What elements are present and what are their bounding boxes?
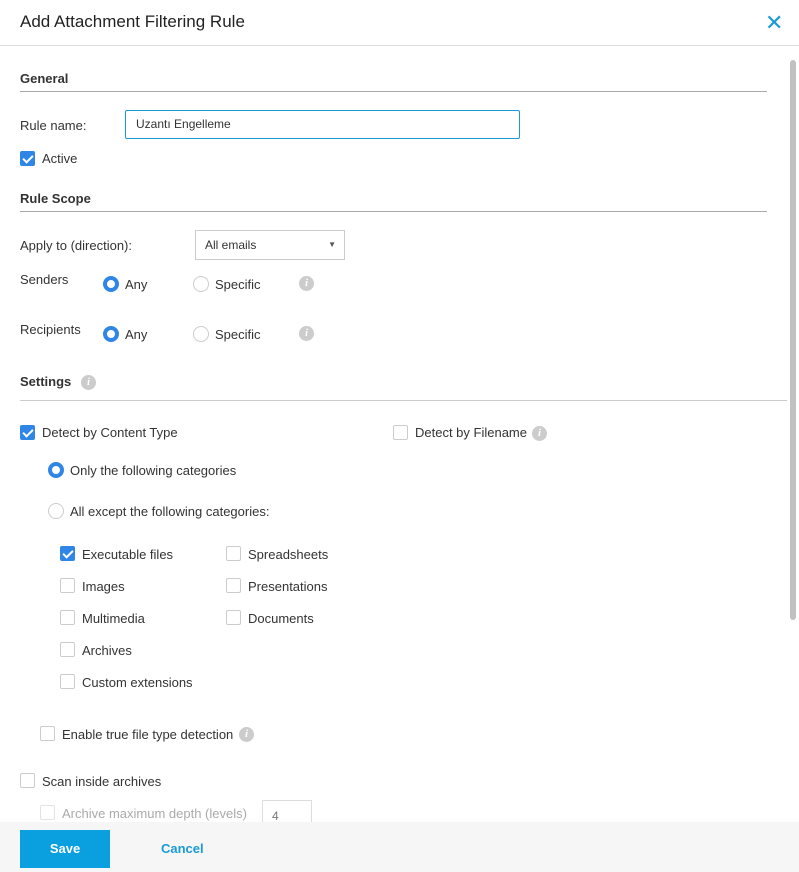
direction-value: All emails — [205, 238, 257, 252]
category-checkbox[interactable] — [60, 674, 75, 689]
save-button[interactable]: Save — [20, 830, 110, 868]
info-icon[interactable]: i — [299, 326, 314, 341]
header-divider — [0, 45, 799, 46]
category-checkbox[interactable] — [60, 642, 75, 657]
divider — [20, 400, 787, 401]
true-type-checkbox[interactable] — [40, 726, 55, 741]
category-checkbox[interactable] — [60, 546, 75, 561]
category-label: Custom extensions — [82, 675, 193, 690]
dialog-title: Add Attachment Filtering Rule — [20, 12, 245, 31]
archive-depth-checkbox[interactable] — [40, 805, 55, 820]
only-following-radio[interactable] — [48, 462, 64, 478]
info-icon[interactable]: i — [532, 426, 547, 441]
recipients-label: Recipients — [20, 322, 81, 337]
senders-any-label: Any — [125, 277, 148, 292]
scan-archives-label: Scan inside archives — [42, 774, 162, 789]
cancel-button[interactable]: Cancel — [161, 841, 204, 856]
category-checkbox[interactable] — [60, 578, 75, 593]
category-checkbox[interactable] — [226, 610, 241, 625]
recipients-any-radio[interactable] — [103, 326, 119, 342]
category-checkbox[interactable] — [60, 610, 75, 625]
divider — [20, 211, 767, 212]
section-settings: Settings — [20, 374, 72, 389]
senders-specific-radio[interactable] — [193, 276, 209, 292]
active-checkbox[interactable] — [20, 151, 35, 166]
direction-select[interactable]: All emails ▼ — [195, 230, 345, 260]
archive-depth-label: Archive maximum depth (levels) — [62, 806, 247, 821]
category-label: Multimedia — [82, 611, 145, 626]
rule-name-input[interactable]: Uzantı Engelleme — [125, 110, 520, 139]
category-label: Presentations — [248, 579, 328, 594]
detect-filename-checkbox[interactable] — [393, 425, 408, 440]
footer — [0, 822, 799, 872]
senders-specific-label: Specific — [215, 277, 261, 292]
rule-name-label: Rule name: — [20, 118, 87, 133]
recipients-any-label: Any — [125, 327, 148, 342]
recipients-specific-radio[interactable] — [193, 326, 209, 342]
scan-archives-checkbox[interactable] — [20, 773, 35, 788]
apply-label: Apply to (direction): — [20, 238, 132, 253]
section-general: General — [20, 71, 69, 86]
category-checkbox[interactable] — [226, 578, 241, 593]
info-icon[interactable]: i — [299, 276, 314, 291]
close-icon[interactable]: ✕ — [765, 12, 783, 34]
true-type-label: Enable true file type detection — [62, 727, 234, 742]
only-following-label: Only the following categories — [70, 463, 237, 478]
category-label: Spreadsheets — [248, 547, 329, 562]
category-label: Documents — [248, 611, 314, 626]
category-checkbox[interactable] — [226, 546, 241, 561]
detect-filename-label: Detect by Filename — [415, 425, 527, 440]
active-label: Active — [42, 151, 78, 166]
info-icon[interactable]: i — [239, 727, 254, 742]
detect-content-label: Detect by Content Type — [42, 425, 178, 440]
recipients-specific-label: Specific — [215, 327, 261, 342]
section-rule-scope: Rule Scope — [20, 191, 91, 206]
info-icon[interactable]: i — [81, 375, 96, 390]
scrollbar[interactable] — [790, 60, 796, 620]
all-except-label: All except the following categories: — [70, 504, 270, 519]
category-label: Images — [82, 579, 125, 594]
divider — [20, 91, 767, 92]
caret-down-icon: ▼ — [328, 240, 336, 249]
category-label: Executable files — [82, 547, 174, 562]
detect-content-checkbox[interactable] — [20, 425, 35, 440]
senders-any-radio[interactable] — [103, 276, 119, 292]
senders-label: Senders — [20, 272, 69, 287]
all-except-radio[interactable] — [48, 503, 64, 519]
category-label: Archives — [82, 643, 132, 658]
